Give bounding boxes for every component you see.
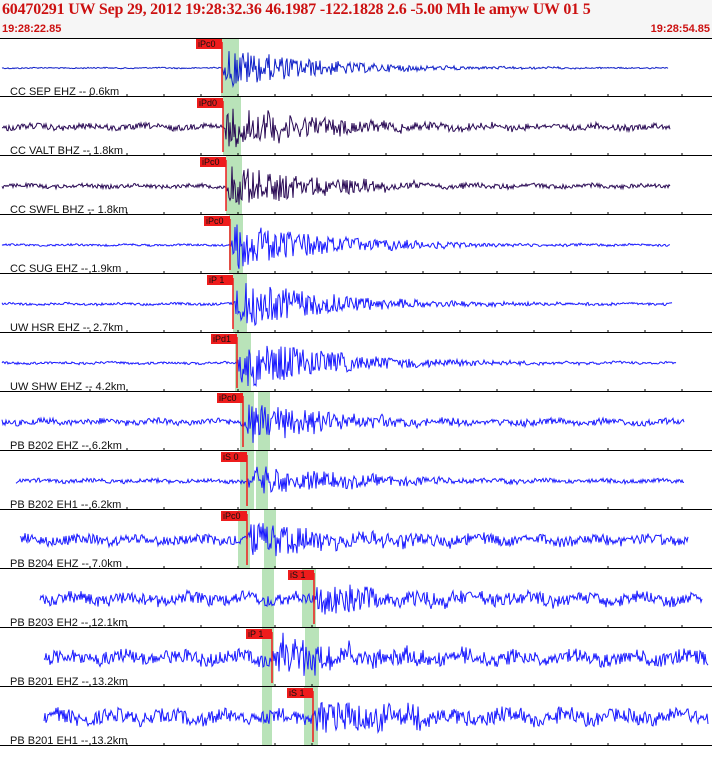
pick-label: iP 1	[209, 275, 224, 285]
trace-row: iPd0CC VALT BHZ -- 1.8km	[0, 97, 712, 157]
pick-label: iPc0	[202, 157, 220, 167]
waveform	[1, 51, 669, 89]
event-title: 60470291 UW Sep 29, 2012 19:28:32.36 46.…	[2, 1, 591, 18]
end-time: 19:28:54.85	[650, 23, 710, 35]
s-window	[256, 451, 268, 510]
trace-row: iPc0CC SWFL BHZ -- 1.8km	[0, 156, 712, 216]
start-time: 19:28:22.85	[2, 23, 62, 35]
seismogram-plot: iPc0CC SEP EHZ -- 0.6kmiPd0CC VALT BHZ -…	[0, 38, 712, 747]
trace-row: iS 0PB B202 EH1 -- 6.2km	[0, 451, 712, 511]
trace-row: iPd1UW SHW EHZ -- 4.2km	[0, 333, 712, 393]
waveform	[43, 701, 709, 735]
waveform	[1, 283, 673, 327]
trace-row: iPc0CC SUG EHZ -- 1.9km	[0, 215, 712, 275]
waveform	[39, 584, 703, 615]
pick-label: iPc0	[198, 39, 216, 49]
waveform	[43, 632, 709, 676]
trace-row: iS 1PB B201 EH1 -- 13.2km	[0, 687, 712, 747]
pick-label: iS 1	[290, 570, 306, 580]
waveform	[1, 108, 671, 148]
pick-label: iS 0	[223, 452, 239, 462]
record-header: 60470291 UW Sep 29, 2012 19:28:32.36 46.…	[0, 0, 712, 38]
trace-row: iP 1UW HSR EHZ -- 2.7km	[0, 274, 712, 334]
trace-row: iP 1PB B201 EHZ -- 13.2km	[0, 628, 712, 688]
pick-label: iPc0	[206, 216, 224, 226]
pick-label: iP 1	[248, 629, 263, 639]
pick-label: iPc0	[219, 393, 237, 403]
trace-row: iPc0PB B202 EHZ -- 6.2km	[0, 392, 712, 452]
waveform	[1, 345, 677, 387]
trace-row: iS 1PB B203 EH2 -- 12.1km	[0, 569, 712, 629]
trace-row: iPc0CC SEP EHZ -- 0.6km	[0, 38, 712, 98]
pick-label: iS 1	[289, 688, 305, 698]
trace-row: iPc0PB B204 EHZ -- 7.0km	[0, 510, 712, 570]
waveform	[1, 404, 685, 443]
waveform	[15, 466, 685, 494]
pick-label: iPd1	[213, 334, 231, 344]
waveform	[19, 522, 689, 557]
pick-label: iPc0	[223, 511, 241, 521]
waveform	[1, 166, 671, 205]
pick-label: iPd0	[199, 98, 217, 108]
